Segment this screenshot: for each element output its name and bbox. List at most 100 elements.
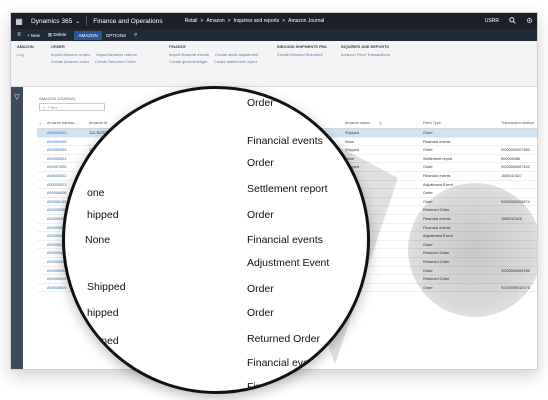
ribbon-group-order: ORDER Import Amazon orders Import Amazon… [51,45,137,66]
magnified-feed-type: Settlement report [247,183,328,195]
ribbon-group-title: AMAZON [17,45,34,49]
tab-amazon[interactable]: AMAZON [74,30,102,40]
feed-type-cell: Order [423,148,433,153]
magnified-feed-type: Order [247,209,274,221]
transaction-id-cell[interactable]: A00005405 [47,277,66,281]
feed-type-cell: Order [423,191,433,196]
breadcrumb-separator: > [227,18,231,24]
magnified-feed-type: Order [247,97,274,109]
transaction-id-cell[interactable]: A00007836 [47,165,66,169]
transaction-relation-cell: J000010427 [501,173,522,178]
action-pane: ≡ + New ▥ Delete AMAZON OPTIONS ⌕ [11,29,537,41]
ribbon-group-inbound: INBOUND SHIPMENTS FBA Create Inbound Shi… [277,45,327,59]
magnified-feed-type: Financial events [247,381,323,393]
tab-options[interactable]: OPTIONS [106,33,126,38]
magnified-feed-type: Adjustment [247,389,300,391]
magnified-feed-type: Order [247,157,274,169]
transaction-id-cell[interactable]: A00000412 [47,131,66,135]
transaction-id-cell[interactable]: A00005523 [47,183,66,187]
magnified-feed-type: Order [247,283,274,295]
amazon-status-cell: None [345,139,355,144]
column-header[interactable]: Feed Type [423,121,441,125]
transaction-id-cell[interactable]: A00000446 [47,140,66,144]
select-all-checkbox[interactable]: ✓ [39,121,42,126]
menu-icon[interactable]: ≡ [11,32,27,38]
divider [86,16,88,26]
feed-transactions-button[interactable]: Amazon Feed Transactions [341,52,390,57]
magnified-feed-type: Financial events [247,234,323,246]
breadcrumb-item-inquiries[interactable]: Inquiries and reports [234,18,280,24]
delete-button[interactable]: ▥ Delete [48,32,67,38]
transaction-relation-cell: SO00000007442 [501,165,530,170]
import-financial-events-button[interactable]: Import financial events [169,52,209,57]
create-returned-order-button[interactable]: Create Returned Order [95,59,136,64]
filter-placeholder: Filter [48,104,58,110]
filter-input[interactable]: ⌕ Filter [39,103,105,111]
transaction-relation-cell: 000004966 [501,156,521,161]
column-header[interactable]: Amazon status [345,121,370,125]
transaction-id-cell[interactable]: A00005531 [47,157,66,161]
ribbon-group-title: ORDER [51,45,65,49]
import-returns-button[interactable]: Import Amazon returns [96,52,136,57]
ribbon-group-amazon: AMAZON Log [17,45,34,59]
transaction-id-cell[interactable]: A00000963 [47,148,66,152]
amazon-status-cell: Shipped [345,131,359,135]
create-general-ledger-button[interactable]: Create general ledger [169,59,208,64]
module-title: Finance and Operations [93,17,163,25]
breadcrumb-item-amazon[interactable]: Amazon [206,18,224,24]
transaction-id-cell[interactable]: A00006145 [47,200,66,204]
feed-type-cell: Financial events [423,173,451,178]
feed-type-cell: Financial events [423,139,451,144]
settings-icon[interactable] [526,17,533,26]
chevron-down-icon[interactable]: ⌄ [75,18,80,25]
create-order-button[interactable]: Create Amazon order [51,59,89,64]
zoom-highlight-area [408,183,537,317]
ribbon-group-title: INBOUND SHIPMENTS FBA [277,45,327,49]
waffle-icon[interactable]: ▦ [11,13,27,29]
filter-pane: ▽ [11,87,23,369]
import-orders-button[interactable]: Import Amazon orders [51,52,90,57]
magnified-feed-type: Financial events [247,357,323,369]
filter-icon[interactable]: ▽ [11,93,23,101]
transaction-id-cell[interactable]: A00005809 [47,286,66,290]
new-button[interactable]: + New [27,33,40,38]
delete-label: Delete [53,32,67,37]
magnifier-lens: Order Financial events Order Settlement rep… [62,86,370,394]
column-header[interactable]: Transaction relation [501,121,534,125]
company-picker[interactable]: USRR [485,18,499,24]
magnified-status: turned [89,335,119,347]
search-icon[interactable] [509,16,516,26]
transaction-relation-cell: SO00000007350 [501,148,530,153]
breadcrumb-separator: > [200,18,204,24]
transaction-id-cell[interactable]: A00005054 [47,269,66,273]
magnified-feed-type: Financial events [247,135,323,147]
create-settlement-report-button[interactable]: Create settlement report [214,59,257,64]
transaction-id-cell[interactable]: A00006506 [47,191,66,195]
breadcrumb-item-journal[interactable]: Amazon Journal [288,18,324,24]
breadcrumb: Retail > Amazon > Inquiries and reports … [185,18,325,24]
magnified-status: None [85,234,111,246]
ribbon: AMAZON Log ORDER Import Amazon orders Im… [11,41,537,87]
magnified-status: one [87,187,105,199]
ribbon-group-title: INQUIRIES AND REPORTS [341,45,389,49]
trash-icon: ▥ [47,32,53,37]
magnified-feed-type: Returned Order [247,333,320,345]
breadcrumb-item-retail[interactable]: Retail [185,18,198,24]
topbar-right: USRR [485,13,533,29]
column-header[interactable]: Amazon Id [89,121,107,125]
magnified-status: hipped [87,209,119,221]
magnified-feed-type: Adjustment Event [247,257,330,269]
create-inbound-shipment-button[interactable]: Create Inbound Shipment [277,52,323,57]
feed-type-cell: Order [423,131,433,135]
column-header[interactable]: Amazon transac... [47,121,78,125]
transaction-id-cell[interactable]: A00005532 [47,174,66,178]
create-stock-adjustment-button[interactable]: Create stock adjustment [215,52,258,57]
magnified-status: Shipped [87,281,126,293]
log-button[interactable]: Log [17,52,24,57]
filter-icon[interactable]: ▽ [379,121,382,126]
feed-type-cell: Settlement report [423,156,453,161]
app-name[interactable]: Dynamics 365 [31,18,72,25]
page-title: AMAZON JOURNAL [39,96,76,101]
search-icon[interactable]: ⌕ [134,32,137,39]
ribbon-group-finance: FINANCE Import financial events Create s… [169,45,258,66]
